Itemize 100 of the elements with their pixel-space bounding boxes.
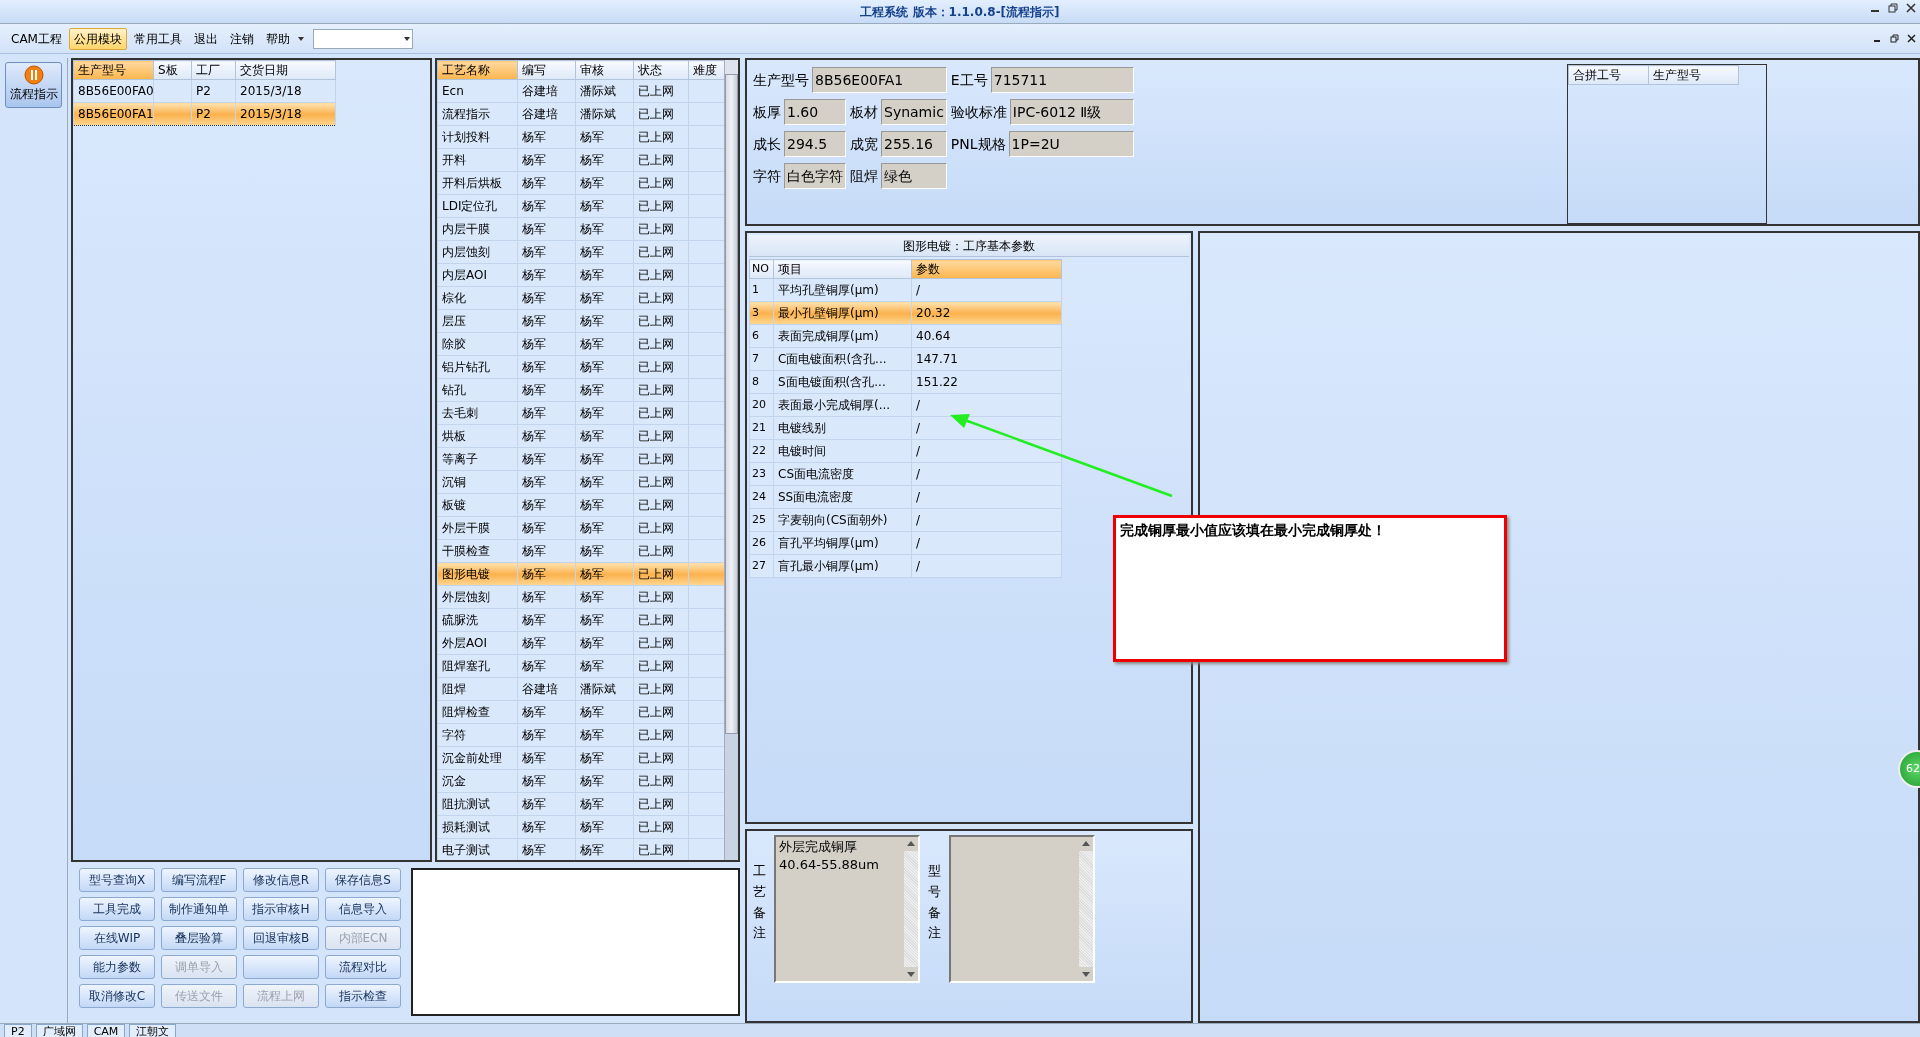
action-button[interactable]: 修改信息R <box>243 868 319 892</box>
value-field[interactable]: 白色字符 <box>784 163 846 189</box>
nav-button[interactable]: 流程指示 <box>5 62 62 108</box>
scroll-up-icon[interactable] <box>904 837 918 851</box>
column-header[interactable]: 合拼工号 <box>1568 65 1649 85</box>
table-cell: 24 <box>749 485 774 509</box>
table-cell: 硫脲洗 <box>437 608 518 632</box>
table-cell: 6 <box>749 324 774 348</box>
scrollbar[interactable] <box>724 60 738 860</box>
value-field[interactable]: 1.60 <box>784 99 846 125</box>
remarks-field[interactable] <box>949 835 1095 983</box>
field-label: 验收标准 <box>950 102 1007 122</box>
close-icon[interactable] <box>1906 3 1916 13</box>
action-button[interactable]: 在线WIP <box>79 926 155 950</box>
value-field[interactable]: 255.16 <box>881 131 947 157</box>
action-button[interactable]: 保存信息S <box>325 868 401 892</box>
scroll-up-icon[interactable] <box>1079 837 1093 851</box>
column-header[interactable]: 参数 <box>911 259 1062 279</box>
table-cell: 27 <box>749 554 774 578</box>
action-button[interactable]: 能力参数 <box>79 955 155 979</box>
value-field[interactable]: Synamic <box>881 99 947 125</box>
dropdown-field[interactable] <box>312 28 413 49</box>
table-cell: 沉金前处理 <box>437 746 518 770</box>
table-cell: 计划投料 <box>437 125 518 149</box>
column-header[interactable]: 编写 <box>517 60 576 80</box>
table-cell: 盲孔平均铜厚(μm) <box>773 531 912 555</box>
scroll-down-icon[interactable] <box>1079 967 1093 981</box>
table-cell: 21 <box>749 416 774 440</box>
status-tab[interactable]: P2 <box>4 1024 32 1037</box>
table-cell: 除胶 <box>437 332 518 356</box>
action-button[interactable]: 指示审核H <box>243 897 319 921</box>
table-cell: 8 <box>749 370 774 394</box>
column-header[interactable]: NO <box>749 259 774 279</box>
column-header[interactable]: S板 <box>153 60 192 80</box>
table-cell: 等离子 <box>437 447 518 471</box>
table-cell: 1 <box>749 278 774 302</box>
table-cell: 层压 <box>437 309 518 333</box>
column-header[interactable]: 工厂 <box>191 60 236 80</box>
menu-item[interactable]: 常用工具 <box>128 27 187 50</box>
action-button[interactable]: 取消修改C <box>79 984 155 1008</box>
column-header[interactable]: 状态 <box>633 60 689 80</box>
table-cell: 钻孔 <box>437 378 518 402</box>
table-cell: 损耗测试 <box>437 815 518 839</box>
memo-field[interactable] <box>411 868 740 1016</box>
table-cell: 烘板 <box>437 424 518 448</box>
status-tab[interactable]: 江朝文 <box>129 1024 177 1037</box>
action-button[interactable]: 编写流程F <box>161 868 237 892</box>
column-header[interactable]: 交货日期 <box>235 60 336 80</box>
column-header[interactable]: 生产型号 <box>73 60 154 80</box>
value-field[interactable]: 1P=2U <box>1008 131 1134 157</box>
field-label: 板厚 <box>753 102 781 122</box>
value-field[interactable]: 294.5 <box>784 131 846 157</box>
remarks-label: 型号备注 <box>928 862 941 943</box>
scroll-down-icon[interactable] <box>904 967 918 981</box>
table-cell: 流程指示 <box>437 102 518 126</box>
action-button[interactable]: 叠层验算 <box>161 926 237 950</box>
table-cell: 去毛刺 <box>437 401 518 425</box>
action-button[interactable]: 型号查询X <box>79 868 155 892</box>
action-button[interactable]: 回退审核B <box>243 926 319 950</box>
action-button[interactable]: 流程对比 <box>325 955 401 979</box>
value-field[interactable]: IPC-6012 Ⅱ级 <box>1009 99 1134 125</box>
column-header[interactable]: 项目 <box>773 259 912 279</box>
remarks-label: 工艺备注 <box>753 862 766 943</box>
column-header[interactable]: 审核 <box>575 60 634 80</box>
table-cell: Ecn <box>437 79 518 103</box>
table-cell: 已上网 <box>633 585 689 609</box>
action-button[interactable]: 制作通知单 <box>161 897 237 921</box>
column-header[interactable]: 难度 <box>688 60 724 80</box>
value-field[interactable]: 8B56E00FA1 <box>812 67 947 93</box>
restore-icon[interactable] <box>1890 34 1899 43</box>
remarks-field[interactable]: 外层完成铜厚 40.64-55.88um <box>774 835 920 983</box>
action-button[interactable]: 工具完成 <box>79 897 155 921</box>
caret-icon[interactable] <box>296 35 305 42</box>
menu-item[interactable]: 帮助 <box>260 27 295 50</box>
pause-icon <box>23 65 44 85</box>
menu-item[interactable]: 注销 <box>224 27 259 50</box>
table-cell: 平均孔壁铜厚(μm) <box>773 278 912 302</box>
column-header[interactable]: 工艺名称 <box>437 60 518 80</box>
table-cell: 沉铜 <box>437 470 518 494</box>
table-cell: / <box>911 462 1062 486</box>
table-cell: 盲孔最小铜厚(μm) <box>773 554 912 578</box>
table-cell: SS面电流密度 <box>773 485 912 509</box>
menu-item[interactable]: 退出 <box>188 27 223 50</box>
table-cell: 铝片钻孔 <box>437 355 518 379</box>
close-icon[interactable] <box>1907 34 1916 43</box>
menu-item[interactable]: 公用模块 <box>68 27 127 50</box>
menu-item[interactable]: CAM工程 <box>6 27 67 50</box>
field-label: 成宽 <box>850 134 878 154</box>
table-cell: C面电镀面积(含孔... <box>773 347 912 371</box>
action-button[interactable]: 信息导入 <box>325 897 401 921</box>
table-cell: 内层AOI <box>437 263 518 287</box>
value-field[interactable]: 绿色 <box>881 163 947 189</box>
value-field[interactable]: 715711 <box>990 67 1134 93</box>
action-button[interactable]: 指示检查 <box>325 984 401 1008</box>
restore-icon[interactable] <box>1888 3 1898 13</box>
status-tab[interactable]: CAM <box>86 1024 126 1037</box>
column-header[interactable]: 生产型号 <box>1648 65 1739 85</box>
table-cell: / <box>911 485 1062 509</box>
table-cell: 3 <box>749 301 774 325</box>
status-tab[interactable]: 广域网 <box>35 1024 83 1037</box>
